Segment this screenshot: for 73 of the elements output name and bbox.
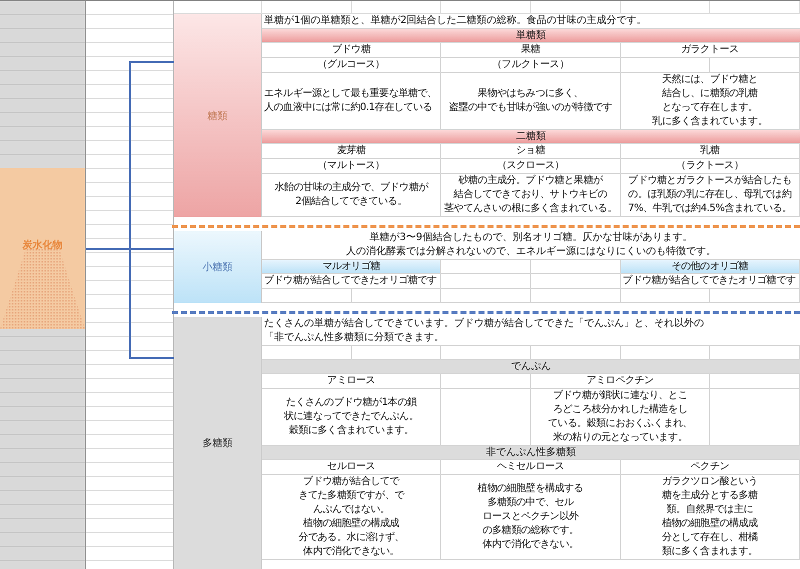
cell-text: 類に多く含まれます。 xyxy=(662,545,758,559)
group-label: 糖類 xyxy=(174,14,262,217)
cell-text: ブドウ糖が結合してできたオリゴ糖です xyxy=(622,274,796,288)
cell-text: 2個結合してできている。 xyxy=(295,195,407,209)
cell-text: きてた多糖類ですが、で xyxy=(298,489,404,503)
cell-text: 多糖類の中で、セル xyxy=(487,496,574,510)
cell-text: の多糖類の総称です。 xyxy=(482,524,578,538)
cell-text: （マルトース） xyxy=(318,159,385,173)
cell-text: となって存在します。 xyxy=(662,101,758,115)
cell-text: 天然には、ブドウ糖と xyxy=(662,73,758,87)
cell-text: ペクチン xyxy=(690,460,730,474)
cell-text: 果糖 xyxy=(520,43,540,57)
description-text: 「非でんぷん性多糖類に分類できます。 xyxy=(264,331,444,345)
cell-text: アミロース xyxy=(327,374,376,388)
cell-text: ろどころ枝分かれした構造をし xyxy=(552,403,688,417)
group-label: 小糖類 xyxy=(174,231,262,303)
cell-text: 砂糖の主成分。ブドウ糖と果糖が xyxy=(458,174,602,188)
cell-text: ガラクツロン酸という xyxy=(662,475,758,489)
cell-text: 水飴の甘味の主成分で、ブドウ糖が xyxy=(274,181,428,195)
cell-text: 乳糖 xyxy=(700,144,720,158)
category-label: 炭水化物 xyxy=(22,238,62,252)
cell-text: エネルギー源として最も重要な単糖で、 xyxy=(264,87,437,101)
cell-text: （フルクトース） xyxy=(492,58,569,72)
description-text: 単糖が1個の単糖類と、単糖が2回結合した二糖類の総称。食品の甘味の主成分です。 xyxy=(264,14,647,28)
cell-text: 麦芽糖 xyxy=(336,144,366,158)
cell-text: 植物の細胞壁を構成する xyxy=(478,482,584,496)
cell-text: 乳に多く含まれています。 xyxy=(652,115,768,129)
section-header: その他のオリゴ糖 xyxy=(620,260,800,274)
cell-text: 茎やてんさいの根に多く含まれている。 xyxy=(444,202,617,216)
section-header: マルオリゴ糖 xyxy=(262,260,442,274)
cell-text: 体内で消化できない。 xyxy=(303,545,400,559)
cell-text: たくさんのブドウ糖が1本の鎖 xyxy=(286,396,417,410)
cell-text: 米の粘りの元となっています。 xyxy=(552,431,688,445)
cell-text: 7%、牛乳では約4.5%含まれている。 xyxy=(628,202,792,216)
cell-text: （ラクトース） xyxy=(676,159,744,173)
cell-text: ブドウ糖とガラクトースが結合したも xyxy=(628,174,792,188)
cell-text: 分である。水に溶けず、 xyxy=(298,531,404,545)
section-header: でんぷん xyxy=(262,360,800,374)
cell-text: 分として存在し、柑橘 xyxy=(662,531,758,545)
cell-text: 植物の細胞壁の構成成 xyxy=(303,517,400,531)
cell-text: 盗塁の中でも甘味が強いのが特徴です xyxy=(448,101,612,115)
cell-text: ブドウ糖が鎖状に連なり、とこ xyxy=(552,389,688,403)
cell-text: 体内で消化できない。 xyxy=(482,538,578,552)
cell-text: アミロペクチン xyxy=(586,374,654,388)
description-text: たくさんの単糖が結合してできています。ブドウ糖が結合してできた「でんぷん」と、それ以外の xyxy=(264,317,704,331)
section-header: 非でんぷん性多糖類 xyxy=(262,446,800,460)
description-text: 人の消化酵素では分解されないので、エネルギー源にはなりにくいのも特徴です。 xyxy=(346,245,716,259)
cell-text: 結合してできており、サトウキビの xyxy=(454,188,608,202)
cell-text: ショ糖 xyxy=(516,144,545,158)
cell-text: セルロース xyxy=(327,460,376,474)
cell-text: の。ほ乳類の乳に存在し、母乳では約 xyxy=(628,188,792,202)
section-header: 単糖類 xyxy=(262,29,800,43)
cell-text: ブドウ糖が結合してできたオリゴ糖です xyxy=(264,274,437,288)
cell-text: 状に連なってできたでんぷん。 xyxy=(284,410,418,424)
description-text: 単糖が3〜9個結合したもので、別名オリゴ糖。仄かな甘味があります。 xyxy=(370,231,692,245)
cell-text: 植物の細胞壁の構成成 xyxy=(662,517,758,531)
group-label: 多糖類 xyxy=(174,317,262,569)
cell-text: ガラクトース xyxy=(681,43,739,57)
cell-text: （スクロース） xyxy=(496,159,564,173)
cell-text: 糖を主成分とする多糖 xyxy=(662,489,758,503)
cell-text: ロースとペクチン以外 xyxy=(482,510,578,524)
cell-text: ブドウ糖 xyxy=(332,43,370,57)
cell-text: 類。自然界では主に xyxy=(666,503,754,517)
cell-text: 穀類に多く含まれています。 xyxy=(288,424,414,438)
cell-text: （グルコース） xyxy=(318,58,385,72)
cell-text: ヘミセルロース xyxy=(496,460,564,474)
cell-text: 結合し、に糖類の乳糖 xyxy=(662,87,758,101)
section-header: 二糖類 xyxy=(262,130,800,144)
cell-text: んぷんではない。 xyxy=(312,503,390,517)
cell-text: 果物やはちみつに多く、 xyxy=(478,87,584,101)
cell-text: ている。穀類におおくふくまれ、 xyxy=(548,417,692,431)
cell-text: ブドウ糖が結合してで xyxy=(303,475,400,489)
cell-text: 人の血液中には常に約0.1存在している xyxy=(264,101,432,115)
